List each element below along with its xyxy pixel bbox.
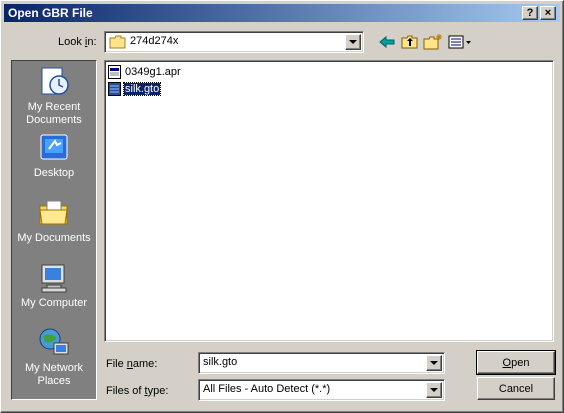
- file-list[interactable]: 0349g1.apr silk.gto: [104, 60, 554, 342]
- look-in-dropdown-button[interactable]: [345, 34, 361, 50]
- place-my-network-places[interactable]: My Network Places: [12, 326, 96, 388]
- document-file-icon: [108, 82, 121, 96]
- close-icon: ×: [544, 6, 552, 19]
- look-in-value: 274d274x: [130, 35, 179, 47]
- chevron-down-icon: [430, 388, 438, 392]
- chevron-down-icon: [349, 40, 357, 44]
- place-my-documents[interactable]: My Documents: [12, 196, 96, 245]
- my-computer-icon: [37, 261, 71, 295]
- up-folder-icon: [401, 35, 418, 49]
- back-button[interactable]: [377, 33, 397, 51]
- folder-icon: [109, 35, 127, 52]
- dialog-title: Open GBR File: [8, 6, 93, 20]
- place-label: My Computer: [20, 297, 88, 309]
- create-new-folder-button[interactable]: [423, 33, 443, 51]
- file-item-selected[interactable]: silk.gto: [108, 81, 162, 97]
- files-of-type-label: Files of type:: [106, 385, 169, 397]
- files-of-type-value: All Files - Auto Detect (*.*): [203, 383, 331, 395]
- place-desktop[interactable]: Desktop: [12, 131, 96, 180]
- back-icon: [379, 35, 395, 49]
- new-folder-icon: [423, 34, 442, 50]
- place-label: My Network Places: [24, 362, 84, 387]
- title-bar[interactable]: Open GBR File ? ×: [4, 4, 560, 22]
- place-my-recent-documents[interactable]: My Recent Documents: [12, 65, 96, 127]
- file-name-input[interactable]: silk.gto: [203, 356, 237, 368]
- view-menu-icon: [448, 35, 471, 49]
- file-name: 0349g1.apr: [125, 66, 181, 78]
- file-name: silk.gto: [122, 82, 162, 96]
- file-name-dropdown-button[interactable]: [426, 355, 442, 371]
- file-item[interactable]: 0349g1.apr: [108, 64, 182, 80]
- cancel-button[interactable]: Cancel: [477, 377, 555, 400]
- place-label: Desktop: [33, 167, 75, 179]
- help-button[interactable]: ?: [522, 6, 538, 20]
- desktop-icon: [37, 131, 71, 165]
- places-bar: My Recent Documents Desktop My Documents…: [11, 60, 97, 400]
- look-in-label: Look in:: [58, 36, 97, 48]
- network-places-icon: [37, 326, 71, 360]
- document-file-icon: [108, 65, 121, 79]
- file-name-label: File name:: [106, 358, 158, 370]
- look-in-combobox[interactable]: 274d274x: [104, 31, 364, 53]
- view-menu-button[interactable]: [447, 33, 473, 51]
- file-name-combobox[interactable]: silk.gto: [198, 352, 445, 374]
- up-one-level-button[interactable]: [400, 33, 420, 51]
- place-my-computer[interactable]: My Computer: [12, 261, 96, 310]
- open-button[interactable]: Open: [476, 350, 556, 375]
- place-label: My Recent Documents: [26, 101, 82, 126]
- open-file-dialog: Open GBR File ? × Look in: 274d274x My R…: [0, 0, 564, 413]
- files-of-type-dropdown-button[interactable]: [426, 382, 442, 398]
- files-of-type-combobox[interactable]: All Files - Auto Detect (*.*): [198, 379, 445, 401]
- recent-documents-icon: [37, 65, 71, 99]
- place-label: My Documents: [17, 232, 91, 244]
- close-button[interactable]: ×: [540, 6, 556, 20]
- help-icon: ?: [526, 6, 534, 19]
- chevron-down-icon: [430, 361, 438, 365]
- my-documents-icon: [37, 196, 71, 230]
